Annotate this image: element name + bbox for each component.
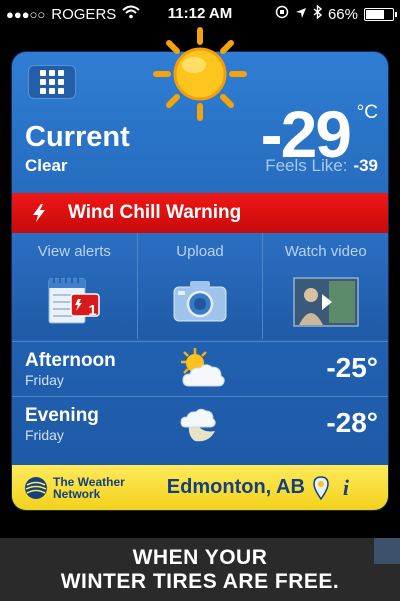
partly-cloudy-icon [181,348,225,387]
watch-video-button[interactable]: Watch video [262,233,388,339]
ad-banner[interactable]: WHEN YOUR WINTER TIRES ARE FREE. [0,538,400,601]
alert-count-badge: 1 [88,302,97,319]
action-row: View alerts 1 Upload Watch video [12,233,388,339]
moon-cloud-icon [180,408,216,442]
forecast-list: Afternoon Friday -25° Evening Friday -28… [12,341,388,451]
ad-text-line2: WINTER TIRES ARE FREE. [60,569,340,593]
feels-like-label: Feels Like: [265,156,348,175]
status-bar: ●●●○○ ROGERS 11:12 AM 66% [0,0,400,28]
lightning-icon [33,204,45,222]
rotation-lock-icon [275,5,289,23]
action-label: Watch video [284,243,367,260]
forecast-row-afternoon[interactable]: Afternoon Friday -25° [12,341,388,396]
view-alerts-button[interactable]: View alerts 1 [12,233,137,339]
bluetooth-icon [313,4,323,23]
ad-choice-icon[interactable] [374,538,400,564]
brand-line2: Network [53,486,101,501]
menu-grid-button[interactable] [28,65,76,99]
battery-percent: 66% [327,5,358,23]
weather-network-logo-icon [25,476,47,499]
brand-line1: The Weather [53,474,125,489]
location-pin-icon[interactable] [313,475,329,500]
action-label: Upload [176,243,224,260]
feels-like-value: -39 [353,156,378,175]
weather-warning-banner[interactable]: Wind Chill Warning [12,193,388,233]
ad-text-line1: WHEN YOUR [132,545,268,569]
battery-icon [364,7,397,21]
forecast-day: Friday [25,372,64,388]
forecast-day: Friday [25,427,64,443]
sun-icon [153,27,247,121]
forecast-period: Afternoon [25,350,116,371]
forecast-row-evening[interactable]: Evening Friday -28° [12,396,388,451]
brand-location-bar: The Weather Network Edmonton, AB i [12,465,388,510]
current-label: Current [25,121,130,153]
forecast-temp: -25° [326,352,378,383]
video-thumbnail-icon [293,277,359,327]
temperature-unit: °C [356,102,378,123]
brand-name: The Weather Network [53,476,125,500]
action-label: View alerts [37,243,111,260]
location-name[interactable]: Edmonton, AB [167,476,305,499]
forecast-period: Evening [25,405,99,426]
upload-button[interactable]: Upload [136,233,263,339]
feels-like: Feels Like: -39 [265,156,378,176]
condition-label: Clear [25,156,68,175]
camera-icon [173,281,227,322]
forecast-temp: -28° [326,407,378,438]
info-button[interactable]: i [343,475,349,501]
warning-text: Wind Chill Warning [68,202,242,223]
location-icon [295,6,307,23]
